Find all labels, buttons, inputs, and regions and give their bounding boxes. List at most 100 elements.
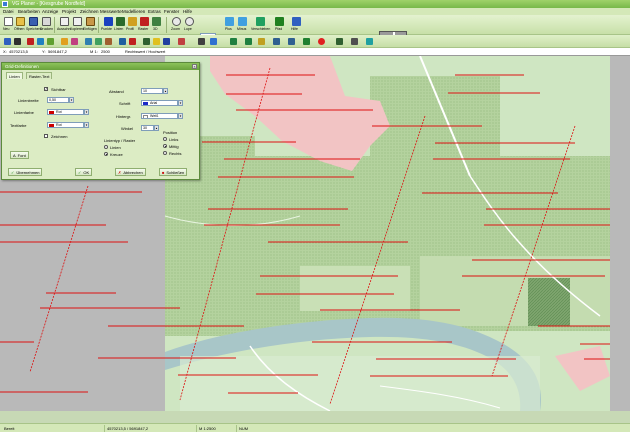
toolbar-separator <box>98 17 99 33</box>
draw-checkbox[interactable] <box>44 134 48 138</box>
menu-project[interactable]: Projekt <box>62 9 76 14</box>
section-icon[interactable] <box>119 38 126 45</box>
scale-bar-icon[interactable] <box>351 38 358 45</box>
menu-extras[interactable]: Extras <box>148 9 161 14</box>
paste-icon[interactable] <box>86 17 95 26</box>
menu-edit[interactable]: Bearbeiten <box>18 9 40 14</box>
print-icon[interactable] <box>42 17 51 26</box>
lines-icon[interactable] <box>116 17 125 26</box>
rotate-icon[interactable] <box>210 38 217 45</box>
export-icon[interactable] <box>163 38 170 45</box>
text-color-field[interactable]: Rot <box>47 122 84 128</box>
angle-field[interactable]: 30 <box>141 125 154 131</box>
undo-icon[interactable] <box>273 38 280 45</box>
grid-type-option-crosses: Kreuze <box>110 152 123 157</box>
zoom-out-icon[interactable] <box>238 17 247 26</box>
line-color-field[interactable]: Rot <box>47 109 84 115</box>
toolbar-label-lines: Linien <box>114 27 124 31</box>
measure-tool-icon[interactable] <box>71 38 78 45</box>
north-arrow-icon[interactable] <box>336 38 343 45</box>
dialog-close-button[interactable]: × <box>192 64 197 69</box>
menu-window[interactable]: Fenster <box>164 9 179 14</box>
font-dropdown-arrow[interactable]: ▾ <box>178 100 183 106</box>
layer-icon[interactable] <box>85 38 92 45</box>
profile-icon[interactable] <box>128 17 137 26</box>
contour-icon[interactable] <box>95 38 102 45</box>
position-radio-left[interactable] <box>163 137 167 141</box>
background-swatch <box>143 115 148 118</box>
grid-type-radio-crosses[interactable] <box>104 152 108 156</box>
cut-icon[interactable] <box>60 17 69 26</box>
visible-checkbox[interactable]: ✓ <box>44 87 48 91</box>
tab-grid-text[interactable]: Raster-Text <box>26 72 53 79</box>
drawing-toolbar <box>0 35 630 48</box>
grid-type-option-lines: Linien <box>110 145 121 150</box>
points-icon[interactable] <box>104 17 113 26</box>
refresh-icon[interactable] <box>303 38 310 45</box>
meadow-patch <box>300 266 410 311</box>
x-coord-value: 4570213,5 <box>9 49 28 54</box>
text-tool-icon[interactable] <box>61 38 68 45</box>
marker-icon[interactable] <box>178 38 185 45</box>
line-color-dropdown-arrow[interactable]: ▾ <box>84 109 89 115</box>
cursor-icon[interactable] <box>14 38 21 45</box>
tag-icon[interactable] <box>258 38 265 45</box>
label-interval-spinner[interactable]: ▴ <box>163 88 168 94</box>
help-icon[interactable] <box>292 17 301 26</box>
menu-file[interactable]: Datei <box>3 9 14 14</box>
menu-model[interactable]: Modellieren <box>122 9 145 14</box>
position-radio-center[interactable] <box>163 144 167 148</box>
zoom-icon[interactable] <box>172 17 181 26</box>
menu-help[interactable]: Hilfe <box>183 9 192 14</box>
close-button[interactable]: ■ Schließen <box>159 168 188 176</box>
3d-view-icon[interactable] <box>152 17 161 26</box>
copy-icon[interactable] <box>73 17 82 26</box>
menu-measurements[interactable]: Messwerte <box>100 9 122 14</box>
line-tool-icon[interactable] <box>37 38 44 45</box>
ok-button[interactable]: ✓ OK <box>75 168 93 176</box>
grid-icon[interactable] <box>140 17 149 26</box>
position-option-right: Rechts <box>169 151 182 156</box>
font-button[interactable]: A Font <box>10 151 29 159</box>
angle-spinner[interactable]: ▴ <box>154 125 159 131</box>
apply-button-label: Übernehmen <box>16 170 40 175</box>
volume-icon[interactable] <box>105 38 112 45</box>
font-field[interactable]: Arial <box>141 100 178 106</box>
line-width-dropdown-arrow[interactable]: ▾ <box>69 97 74 103</box>
tab-lines[interactable]: Linien <box>6 72 23 79</box>
grid-type-radio-lines[interactable] <box>104 145 108 149</box>
filter-icon[interactable] <box>366 38 373 45</box>
open-folder-icon[interactable] <box>16 17 25 26</box>
cancel-button[interactable]: ✗ Abbrechen <box>115 168 146 176</box>
zoom-in-icon[interactable] <box>225 17 234 26</box>
new-file-icon[interactable] <box>4 17 13 26</box>
snap-icon[interactable] <box>143 38 150 45</box>
grid-line-diagonal <box>29 185 89 373</box>
magnifier-icon[interactable] <box>185 17 194 26</box>
measure-distance-icon[interactable] <box>230 38 237 45</box>
path-icon[interactable] <box>275 17 284 26</box>
background-field[interactable]: Weiß <box>141 113 178 119</box>
menu-view[interactable]: Anzeige <box>42 9 58 14</box>
background-dropdown-arrow[interactable]: ▾ <box>178 113 183 119</box>
save-icon[interactable] <box>29 17 38 26</box>
delete-icon[interactable] <box>129 38 136 45</box>
toolbar-label-grid: Raster <box>138 27 149 31</box>
label-interval-field[interactable]: 10 <box>141 88 163 94</box>
select-icon[interactable] <box>4 38 11 45</box>
line-width-field[interactable]: 0,50 <box>47 97 69 103</box>
redo-icon[interactable] <box>288 38 295 45</box>
measure-area-icon[interactable] <box>245 38 252 45</box>
apply-button[interactable]: ✓ Übernehmen <box>8 168 43 176</box>
position-radio-right[interactable] <box>163 151 167 155</box>
pan-icon[interactable] <box>256 17 265 26</box>
point-tool-icon[interactable] <box>27 38 34 45</box>
polygon-tool-icon[interactable] <box>47 38 54 45</box>
text-color-dropdown-arrow[interactable]: ▾ <box>84 122 89 128</box>
visible-label: Sichtbar <box>51 87 66 92</box>
app-icon <box>2 1 8 7</box>
menu-draw[interactable]: Zeichnen <box>80 9 99 14</box>
highlight-icon[interactable] <box>153 38 160 45</box>
stop-icon[interactable] <box>318 38 325 45</box>
compass-icon[interactable] <box>198 38 205 45</box>
